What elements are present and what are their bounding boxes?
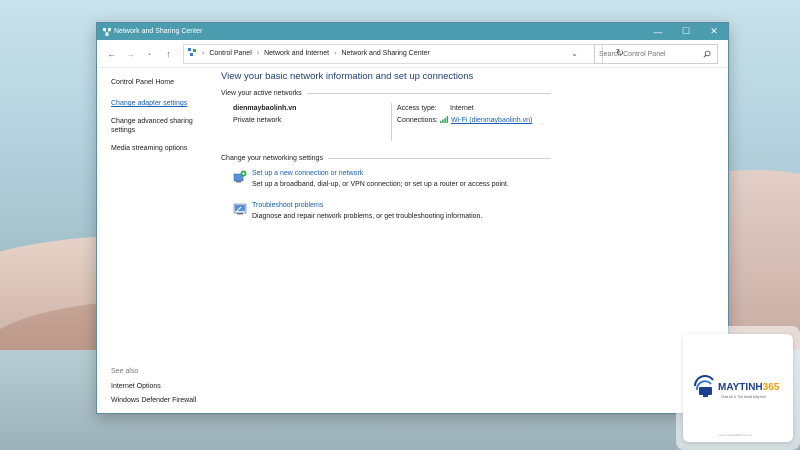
active-network-row: dienmaybaolinh.vn Private network Access…: [221, 103, 551, 155]
change-settings-label: Change your networking settings: [221, 155, 323, 162]
watermark-card: MAYTINH365 Chia sẻ & Thủ thuật Máy tính …: [683, 334, 793, 442]
see-also-label: See also: [111, 368, 139, 375]
minimize-button[interactable]: —: [644, 23, 672, 40]
search-box[interactable]: Search Control Panel: [594, 44, 718, 64]
watermark-brand-number: 365: [762, 382, 780, 393]
active-networks-header: View your active networks: [221, 90, 551, 97]
page-title: View your basic network information and …: [221, 71, 474, 82]
close-button[interactable]: ✕: [700, 23, 728, 40]
forward-arrow-icon[interactable]: →: [122, 45, 139, 62]
maximize-button[interactable]: ☐: [672, 23, 700, 40]
search-placeholder: Search Control Panel: [599, 50, 666, 58]
change-settings-header: Change your networking settings: [221, 155, 551, 162]
sidebar-item-home[interactable]: Control Panel Home: [111, 78, 211, 87]
watermark-tagline: Chia sẻ & Thủ thuật Máy tính: [721, 395, 767, 399]
watermark-brand-main: MAYTINH: [718, 382, 763, 393]
setup-connection-link[interactable]: Set up a new connection or network: [252, 170, 363, 177]
sidebar-item-media-streaming[interactable]: Media streaming options: [111, 144, 211, 153]
breadcrumb-network-sharing[interactable]: Network and Sharing Center: [341, 50, 429, 57]
main-content: View your basic network information and …: [221, 71, 551, 234]
back-arrow-icon[interactable]: ←: [103, 45, 120, 62]
maytinh365-logo-icon: [691, 372, 719, 400]
connections-label: Connections:: [397, 117, 438, 124]
task-setup-connection: Set up a new connection or network Set u…: [221, 170, 551, 202]
watermark-brand: MAYTINH365: [718, 382, 779, 393]
breadcrumb-separator-icon: ›: [202, 50, 205, 57]
divider: [391, 103, 392, 141]
troubleshoot-link[interactable]: Troubleshoot problems: [252, 202, 323, 209]
task-troubleshoot: Troubleshoot problems Diagnose and repai…: [221, 202, 551, 234]
breadcrumb-network-internet[interactable]: Network and Internet: [264, 50, 329, 57]
sidebar: Control Panel Home Change adapter settin…: [111, 78, 211, 162]
address-bar[interactable]: › Control Panel › Network and Internet ›…: [183, 43, 624, 64]
see-also-firewall[interactable]: Windows Defender Firewall: [111, 397, 196, 404]
breadcrumb-separator-icon: ›: [256, 50, 260, 57]
watermark-footer: www.maytinh365.com.vn: [719, 433, 753, 437]
see-also-section: See also Internet Options Windows Defend…: [111, 368, 196, 411]
connection-value: Wi-Fi (dienmaybaolinh.vn): [440, 116, 532, 125]
search-icon[interactable]: [703, 50, 711, 60]
control-panel-icon: [188, 48, 197, 59]
window-title: Network and Sharing Center: [114, 28, 203, 35]
divider: [306, 93, 551, 94]
up-arrow-icon[interactable]: ↑: [160, 45, 177, 62]
network-name: dienmaybaolinh.vn: [233, 105, 297, 112]
address-dropdown-chevron-icon[interactable]: ⌄: [571, 49, 578, 58]
recent-chevron-down-icon[interactable]: ⌄: [141, 45, 158, 62]
divider: [327, 158, 551, 159]
wifi-signal-icon: [440, 116, 449, 125]
setup-connection-desc: Set up a broadband, dial-up, or VPN conn…: [252, 181, 509, 188]
sidebar-item-adapter-settings[interactable]: Change adapter settings: [111, 99, 211, 108]
breadcrumb-control-panel[interactable]: Control Panel: [209, 50, 251, 57]
wifi-connection-link[interactable]: Wi-Fi (dienmaybaolinh.vn): [451, 117, 532, 124]
breadcrumb-separator-icon: ›: [334, 50, 337, 57]
access-type-value: Internet: [450, 105, 474, 112]
network-app-icon: [103, 27, 111, 36]
sidebar-item-advanced-sharing[interactable]: Change advanced sharing settings: [111, 117, 211, 135]
access-type-label: Access type:: [397, 105, 437, 112]
see-also-internet-options[interactable]: Internet Options: [111, 383, 196, 390]
new-connection-icon: [233, 170, 247, 184]
address-row: ← → ⌄ ↑ › Control Panel › Network and In…: [97, 40, 728, 68]
title-bar[interactable]: Network and Sharing Center — ☐ ✕: [97, 23, 728, 40]
troubleshoot-desc: Diagnose and repair network problems, or…: [252, 213, 483, 220]
network-type: Private network: [233, 117, 282, 124]
active-networks-label: View your active networks: [221, 90, 302, 97]
network-sharing-window: Network and Sharing Center — ☐ ✕ ← → ⌄ ↑…: [96, 22, 729, 414]
troubleshoot-icon: [233, 202, 247, 216]
